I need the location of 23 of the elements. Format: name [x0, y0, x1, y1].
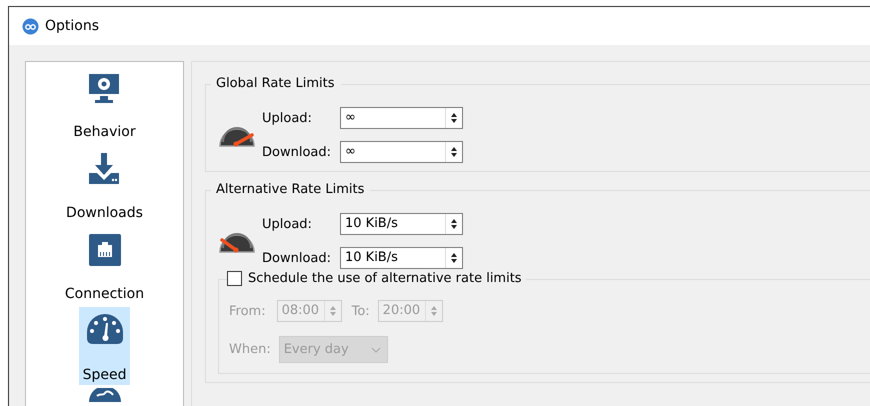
sidebar-item[interactable]: Connection — [60, 226, 148, 304]
sidebar-item[interactable]: Downloads — [62, 145, 147, 223]
field-label: Download: — [262, 250, 332, 266]
field-label: Download: — [262, 144, 332, 160]
spin-box[interactable]: ∞ — [340, 107, 463, 129]
checkbox[interactable] — [227, 271, 242, 286]
field-label: Upload: — [262, 110, 313, 126]
globe-icon — [88, 388, 122, 402]
field-label: To: — [352, 304, 370, 318]
chevron-down-icon — [370, 346, 381, 352]
spin-box[interactable]: ∞ — [340, 141, 463, 163]
ethernet-port-icon — [86, 232, 122, 268]
field-label: When: — [229, 342, 271, 357]
sidebar-item[interactable]: Speed — [79, 307, 130, 385]
checkbox-label: Schedule the use of alternative rate limits — [248, 271, 522, 286]
window-title: Options — [45, 18, 100, 34]
field-label: Upload: — [262, 216, 313, 232]
field-label: From: — [229, 304, 266, 318]
speedometer-icon — [86, 313, 124, 347]
spin-box[interactable]: 10 KiB/s — [340, 213, 463, 235]
app-logo-icon — [22, 18, 39, 34]
sidebar-item[interactable]: Behavior — [69, 64, 140, 142]
spin-box[interactable]: 10 KiB/s — [340, 247, 463, 269]
